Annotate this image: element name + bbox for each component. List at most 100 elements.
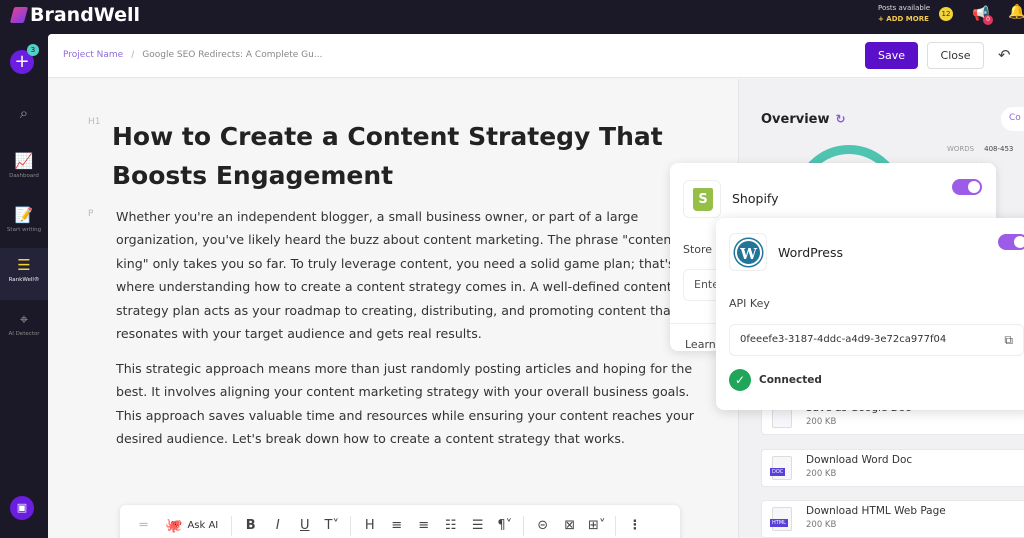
chat-button[interactable]: ▣ (10, 496, 34, 520)
sidebar-item-label: RankWell® (8, 277, 40, 283)
more-icon[interactable]: ⋮ (621, 518, 648, 533)
download-size: 200 KB (806, 469, 837, 479)
bullet-list-icon[interactable]: ☰ (464, 518, 491, 533)
top-bar: BrandWell Posts available + ADD MORE 12 📢… (0, 0, 1024, 34)
shopify-logo: S (683, 180, 721, 218)
layers-icon: ☰ (17, 256, 31, 274)
shopify-name: Shopify (732, 191, 779, 206)
api-key-value: 0feeefe3-3187-4ddc-a4d9-3e72ca977f04 (740, 334, 947, 345)
paragraph-icon[interactable]: ¶˅ (491, 518, 518, 533)
paragraph[interactable]: This strategic approach means more than … (116, 357, 696, 451)
sidebar-item-rankwell[interactable]: ☰ RankWell® (0, 248, 48, 300)
paragraph-tag: P (88, 209, 94, 219)
download-item[interactable]: HTML Download HTML Web Page 200 KB (761, 500, 1024, 538)
breadcrumb-current: Google SEO Redirects: A Complete Gu... (142, 50, 323, 60)
wordpress-icon: W (735, 239, 762, 266)
ask-ai-label: Ask AI (187, 520, 219, 531)
download-title: Download HTML Web Page (806, 505, 946, 517)
save-button[interactable]: Save (865, 42, 918, 69)
sidebar-item-label: AI Detector (8, 331, 40, 337)
sidebar-item-search[interactable]: ⌕ (0, 104, 48, 125)
breadcrumb-separator: / (131, 50, 135, 60)
divider (350, 515, 352, 536)
octopus-icon: 🐙 (165, 517, 183, 534)
chat-icon: ▣ (16, 501, 28, 514)
sidebar-item-dashboard[interactable]: 📈 Dashboard (0, 152, 48, 179)
italic-icon[interactable]: I (264, 518, 291, 533)
learn-link[interactable]: Learn (685, 338, 716, 351)
file-badge: DOC (770, 468, 786, 476)
download-size: 200 KB (806, 520, 837, 530)
new-count-badge: 3 (27, 44, 39, 56)
heading-tag: H1 (88, 117, 101, 127)
store-label: Store (683, 243, 713, 256)
brand-name: BrandWell (30, 4, 140, 26)
download-item[interactable]: DOC Download Word Doc 200 KB (761, 449, 1024, 487)
posts-count-badge: 12 (939, 7, 953, 21)
add-more-link[interactable]: + ADD MORE (878, 14, 930, 25)
format-toolbar: ═ 🐙 Ask AI B I U T˅ H ≡ ≡ ☷ ☰ ¶˅ ⊝ ⊠ ⊞˅ ⋮ (120, 505, 680, 538)
doc-file-icon: DOC (770, 456, 792, 480)
ordered-list-icon[interactable]: ☷ (437, 518, 464, 533)
words-range: 408-453 (984, 145, 1014, 153)
search-icon: ⌕ (19, 104, 29, 122)
copy-icon[interactable]: ⧉ (1004, 333, 1013, 348)
overview-action-button[interactable]: Co (1001, 107, 1024, 131)
shopify-bag-icon: S (693, 188, 713, 211)
sidebar-item-start-writing[interactable]: 📝 Start writing (0, 206, 48, 233)
insert-icon[interactable]: ⊞˅ (583, 518, 610, 533)
underline-icon[interactable]: U (291, 518, 318, 533)
new-button[interactable]: +3 (10, 44, 39, 74)
check-icon: ✓ (729, 369, 751, 391)
status-text: Connected (759, 374, 822, 386)
api-key-label: API Key (729, 297, 770, 310)
notification-badge: 0 (983, 15, 993, 25)
download-title: Download Word Doc (806, 454, 913, 466)
sidebar: +3 ⌕ 📈 Dashboard 📝 Start writing ☰ RankWell… (0, 34, 48, 538)
shopify-toggle[interactable] (952, 179, 982, 195)
overview-title: Overview ↻ (761, 112, 846, 127)
breadcrumb: Project Name / Google SEO Redirects: A Com… (63, 50, 322, 60)
sidebar-item-label: Dashboard (9, 173, 39, 179)
overview-label: Overview (761, 112, 830, 127)
undo-icon[interactable]: ↶ (998, 46, 1011, 64)
posts-available: Posts available + ADD MORE (878, 3, 930, 25)
wordpress-logo: W (729, 233, 767, 271)
align-left-icon[interactable]: ≡ (383, 518, 410, 533)
align-center-icon[interactable]: ≡ (410, 518, 437, 533)
api-key-field[interactable]: 0feeefe3-3187-4ddc-a4d9-3e72ca977f04 ⧉ (729, 324, 1024, 356)
document-icon: 📝 (14, 206, 34, 224)
file-badge: HTML (770, 519, 788, 527)
paragraph[interactable]: Whether you're an independent blogger, a… (116, 205, 696, 345)
words-stat: WORDS 408-453 (947, 145, 1013, 153)
chart-icon: 📈 (14, 152, 34, 170)
ask-ai-button[interactable]: 🐙 Ask AI (157, 518, 226, 534)
download-size: 200 KB (806, 417, 837, 427)
divider (615, 515, 617, 536)
breadcrumb-project[interactable]: Project Name (63, 50, 123, 60)
link-icon[interactable]: ⊝ (529, 518, 556, 533)
refresh-icon[interactable]: ↻ (836, 112, 846, 126)
heading-icon[interactable]: H (356, 518, 383, 533)
bell-icon[interactable]: 🔔 (1008, 4, 1024, 20)
words-label: WORDS (947, 145, 975, 153)
close-button[interactable]: Close (927, 42, 984, 69)
text-style-icon[interactable]: T˅ (318, 518, 345, 533)
drag-handle-icon[interactable]: ═ (130, 518, 157, 533)
image-icon[interactable]: ⊠ (556, 518, 583, 533)
editor[interactable]: H1 How to Create a Content Strategy That… (48, 79, 738, 538)
logo-mark-icon (9, 7, 29, 23)
scan-icon: ⌖ (19, 310, 29, 328)
sidebar-item-ai-detector[interactable]: ⌖ AI Detector (0, 310, 48, 337)
wordpress-card: W WordPress API Key 0feeefe3-3187-4ddc-a… (716, 218, 1024, 410)
divider (523, 515, 525, 536)
brand-logo[interactable]: BrandWell (9, 4, 140, 26)
wordpress-toggle[interactable] (998, 234, 1024, 250)
divider (231, 515, 233, 536)
bold-icon[interactable]: B (237, 518, 264, 533)
html-file-icon: HTML (770, 507, 792, 531)
article-title[interactable]: How to Create a Content Strategy That Bo… (112, 117, 672, 195)
header: Project Name / Google SEO Redirects: A Com… (48, 34, 1024, 78)
announcements-button[interactable]: 📢 0 (972, 6, 993, 25)
connection-status: ✓ Connected (729, 369, 822, 391)
